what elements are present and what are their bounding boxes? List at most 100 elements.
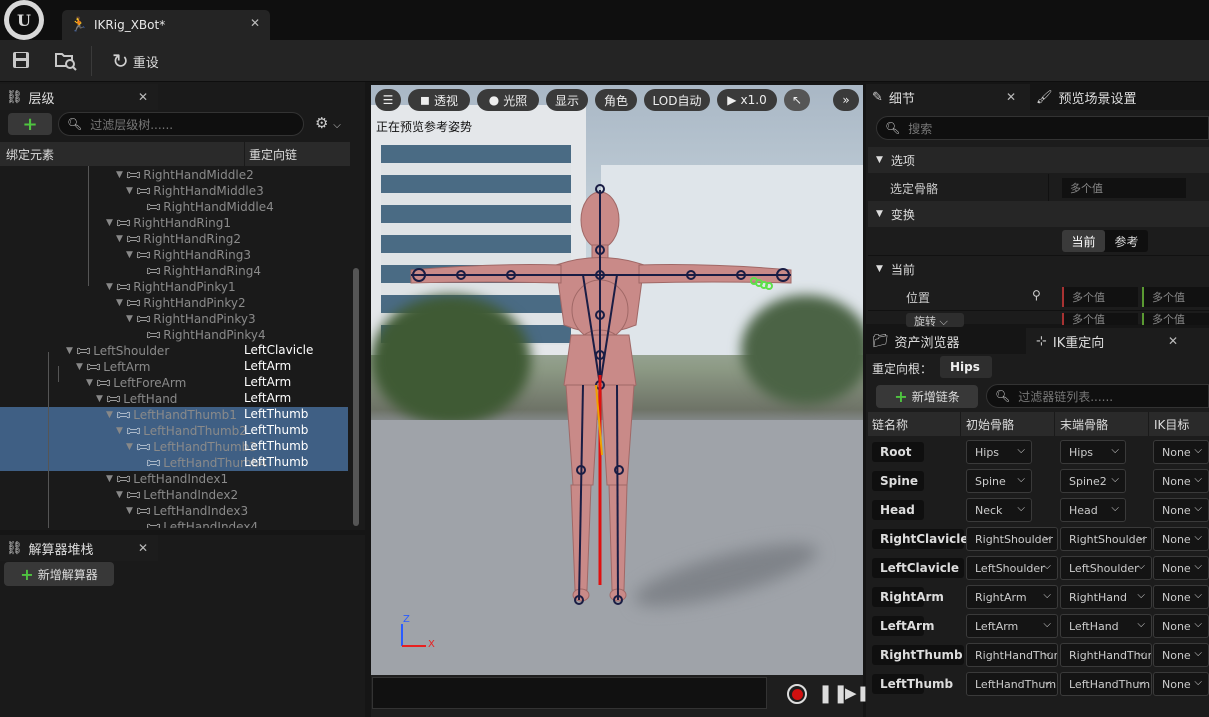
tree-row[interactable]: ▼ 🦴︎ LeftHandThumb2 LeftThumb [0, 421, 348, 441]
tree-row[interactable]: ▼ 🦴︎ LeftHandIndex3 [0, 501, 348, 522]
rotation-x-value[interactable]: 多个值 [1062, 313, 1138, 325]
tree-row[interactable]: ▼ 🦴︎ LeftHandIndex2 [0, 485, 348, 506]
tree-row[interactable]: ▼ 🦴︎ RightHandMiddle3 [0, 181, 348, 202]
tree-row[interactable]: ▼ 🦴︎ LeftHand LeftArm [0, 389, 348, 410]
tree-row[interactable]: 🦴︎ RightHandMiddle4 [0, 197, 348, 218]
chain-filter-input[interactable]: 🔍︎ 过滤器链列表...... [986, 384, 1209, 408]
reset-button[interactable]: ↻ 重设 [112, 49, 159, 73]
start-bone-dropdown[interactable]: Neck ⌵ [966, 498, 1032, 522]
ik-goal-dropdown[interactable]: None ⌵ [1153, 556, 1209, 580]
end-bone-dropdown[interactable]: Head ⌵ [1060, 498, 1126, 522]
end-bone-dropdown[interactable]: LeftHandThumb4⌵ [1060, 672, 1152, 696]
hierarchy-tab[interactable]: ⛓ 层级 ✕ [0, 84, 158, 110]
ik-retarget-tab[interactable]: ⊹ IK重定向 ✕ [1030, 328, 1188, 354]
chain-name-field[interactable]: RightClavicle [872, 529, 969, 549]
add-solver-button[interactable]: + 新增解算器 [4, 562, 114, 586]
section-options[interactable]: ▼ 选项 [868, 147, 1209, 173]
end-bone-dropdown[interactable]: LeftShoulder ⌵ [1060, 556, 1152, 580]
close-icon[interactable]: ✕ [138, 541, 148, 555]
section-transform[interactable]: ▼ 变换 [868, 201, 1209, 227]
asset-browser-tab[interactable]: 📁︎ 资产浏览器 [866, 328, 1026, 354]
end-bone-dropdown[interactable]: Spine2 ⌵ [1060, 469, 1126, 493]
ik-goal-dropdown[interactable]: None ⌵ [1153, 585, 1209, 609]
tree-row[interactable]: ▼ 🦴︎ LeftHandIndex1 [0, 469, 348, 490]
tree-row[interactable]: ▼ 🦴︎ RightHandRing3 [0, 245, 348, 266]
ik-goal-dropdown[interactable]: None ⌵ [1153, 643, 1209, 667]
details-search-input[interactable]: 🔍︎ 搜索 [876, 116, 1209, 140]
pause-icon[interactable]: ❚❚ [818, 683, 848, 704]
chain-name-field[interactable]: LeftThumb [872, 674, 953, 694]
unreal-logo-icon[interactable]: U [4, 0, 44, 40]
tree-row[interactable]: ▼ 🦴︎ LeftForeArm LeftArm [0, 373, 348, 394]
add-chain-button[interactable]: + 新增链条 [876, 385, 978, 408]
timeline-track[interactable] [372, 677, 767, 709]
current-reference-toggle[interactable]: 当前 参考 [1062, 230, 1148, 252]
character-button[interactable]: 角色 [595, 89, 637, 111]
location-y-value[interactable]: 多个值 [1142, 287, 1209, 307]
tree-row[interactable]: ▼ 🦴︎ LeftHandThumb3 LeftThumb [0, 437, 348, 457]
toggle-reference[interactable]: 参考 [1105, 230, 1148, 252]
close-icon[interactable]: ✕ [250, 16, 260, 30]
browse-asset-icon[interactable] [54, 50, 78, 72]
ik-goal-dropdown[interactable]: None ⌵ [1153, 672, 1209, 696]
toggle-current[interactable]: 当前 [1062, 230, 1105, 252]
show-button[interactable]: 显示 [546, 89, 588, 111]
rotation-y-value[interactable]: 多个值 [1142, 313, 1209, 325]
lit-button[interactable]: ● 光照 [477, 89, 539, 111]
lod-button[interactable]: LOD自动 [644, 89, 710, 111]
viewport[interactable] [371, 85, 863, 675]
start-bone-dropdown[interactable]: LeftShoulder ⌵ [966, 556, 1058, 580]
save-icon[interactable] [11, 50, 33, 70]
details-tab[interactable]: ✎ 细节 ✕ [866, 84, 1026, 110]
tree-row[interactable]: ▼ 🦴︎ RightHandRing2 [0, 229, 348, 250]
ik-goal-dropdown[interactable]: None ⌵ [1153, 614, 1209, 638]
close-icon[interactable]: ✕ [138, 90, 148, 104]
chain-name-field[interactable]: Root [872, 442, 924, 462]
tree-row[interactable]: ▼ 🦴︎ RightHandRing1 [0, 213, 348, 234]
hierarchy-search-input[interactable]: 🔍︎ 过滤层级树...... [58, 112, 304, 136]
col-end-bone[interactable]: 末端骨骼 [1060, 416, 1108, 433]
tree-row[interactable]: ▼ 🦴︎ LeftHandThumb1 LeftThumb [0, 405, 348, 425]
add-element-button[interactable]: + [8, 113, 52, 135]
end-bone-dropdown[interactable]: Hips ⌵ [1060, 440, 1126, 464]
start-bone-dropdown[interactable]: LeftHandThumb1⌵ [966, 672, 1058, 696]
perspective-button[interactable]: ◼ 透视 [408, 89, 470, 111]
ik-goal-dropdown[interactable]: None ⌵ [1153, 498, 1209, 522]
start-bone-dropdown[interactable]: RightShoulder ⌵ [966, 527, 1058, 551]
chain-name-field[interactable]: RightArm [872, 587, 944, 607]
location-x-value[interactable]: 多个值 [1062, 287, 1138, 307]
start-bone-dropdown[interactable]: LeftArm ⌵ [966, 614, 1058, 638]
col-bound-element[interactable]: 绑定元素 [6, 146, 54, 163]
col-chain-name[interactable]: 链名称 [872, 416, 908, 433]
tree-row[interactable]: ▼ 🦴︎ RightHandPinky3 [0, 309, 348, 330]
col-start-bone[interactable]: 初始骨骼 [966, 416, 1014, 433]
start-bone-dropdown[interactable]: RightHandThumb1⌵ [966, 643, 1058, 667]
tree-row[interactable]: ▼ 🦴︎ RightHandMiddle2 [0, 166, 348, 185]
chain-name-field[interactable]: Head [872, 500, 924, 520]
end-bone-dropdown[interactable]: RightHandThumb4⌵ [1060, 643, 1152, 667]
tree-row[interactable]: ▼ 🦴︎ RightHandPinky1 [0, 277, 348, 298]
chain-name-field[interactable]: RightThumb [872, 645, 964, 665]
start-bone-dropdown[interactable]: RightArm ⌵ [966, 585, 1058, 609]
start-bone-dropdown[interactable]: Hips ⌵ [966, 440, 1032, 464]
hierarchy-scrollbar[interactable] [353, 268, 359, 526]
tree-row[interactable]: 🦴︎ LeftHandIndex4 [0, 517, 348, 528]
ik-goal-dropdown[interactable]: None ⌵ [1153, 440, 1209, 464]
end-bone-dropdown[interactable]: RightHand ⌵ [1060, 585, 1152, 609]
chain-name-field[interactable]: LeftClavicle [872, 558, 964, 578]
preview-settings-tab[interactable]: 🖌︎ 预览场景设置 [1030, 84, 1209, 110]
end-bone-dropdown[interactable]: LeftHand ⌵ [1060, 614, 1152, 638]
start-bone-dropdown[interactable]: Spine ⌵ [966, 469, 1032, 493]
tree-row[interactable]: ▼ 🦴︎ LeftShoulder LeftClavicle [0, 341, 348, 362]
viewport-menu-button[interactable]: ☰ [375, 89, 401, 111]
ik-goal-dropdown[interactable]: None ⌵ [1153, 469, 1209, 493]
solver-stack-tab[interactable]: ⛓ 解算器堆栈 ✕ [0, 535, 158, 561]
tree-row[interactable]: ▼ 🦴︎ RightHandPinky2 [0, 293, 348, 314]
close-icon[interactable]: ✕ [1168, 334, 1178, 348]
record-button[interactable] [787, 684, 807, 704]
rotation-dropdown[interactable]: 旋转 ⌵ [906, 313, 964, 327]
tree-row[interactable]: 🦴︎ LeftHandThumb4 LeftThumb [0, 453, 348, 473]
end-bone-dropdown[interactable]: RightShoulder ⌵ [1060, 527, 1152, 551]
selected-bone-value[interactable]: 多个值 [1062, 178, 1186, 198]
play-speed-button[interactable]: ▶ x1.0 [717, 89, 777, 111]
